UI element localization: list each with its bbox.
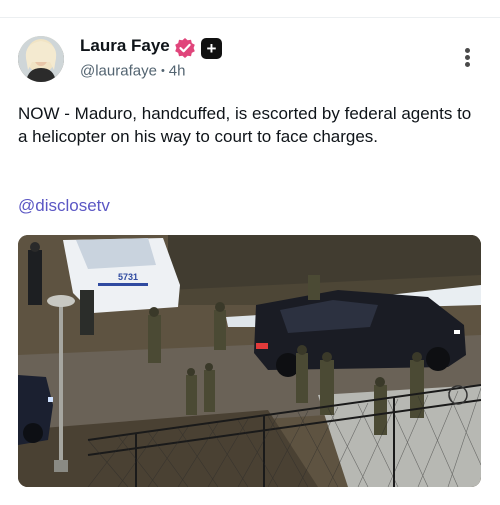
verified-badge-icon: [174, 37, 196, 59]
mention-link[interactable]: @disclosetv: [18, 196, 110, 216]
author-display-name[interactable]: Laura Faye: [80, 36, 170, 56]
author-handle[interactable]: @laurafaye: [80, 63, 157, 80]
police-car-number: 5731: [118, 272, 138, 282]
author-avatar[interactable]: [18, 36, 64, 82]
author-meta: @laurafaye • 4h: [80, 62, 185, 80]
post-media-image[interactable]: 5731: [18, 235, 481, 487]
media-bottom-edge: [18, 487, 481, 500]
post-time[interactable]: 4h: [169, 63, 186, 80]
more-vertical-icon[interactable]: [459, 48, 475, 70]
meta-separator: •: [160, 65, 165, 78]
plus-badge-icon: +: [201, 38, 222, 59]
post-text: NOW - Maduro, handcuffed, is escorted by…: [18, 104, 472, 146]
top-divider: [0, 17, 500, 18]
